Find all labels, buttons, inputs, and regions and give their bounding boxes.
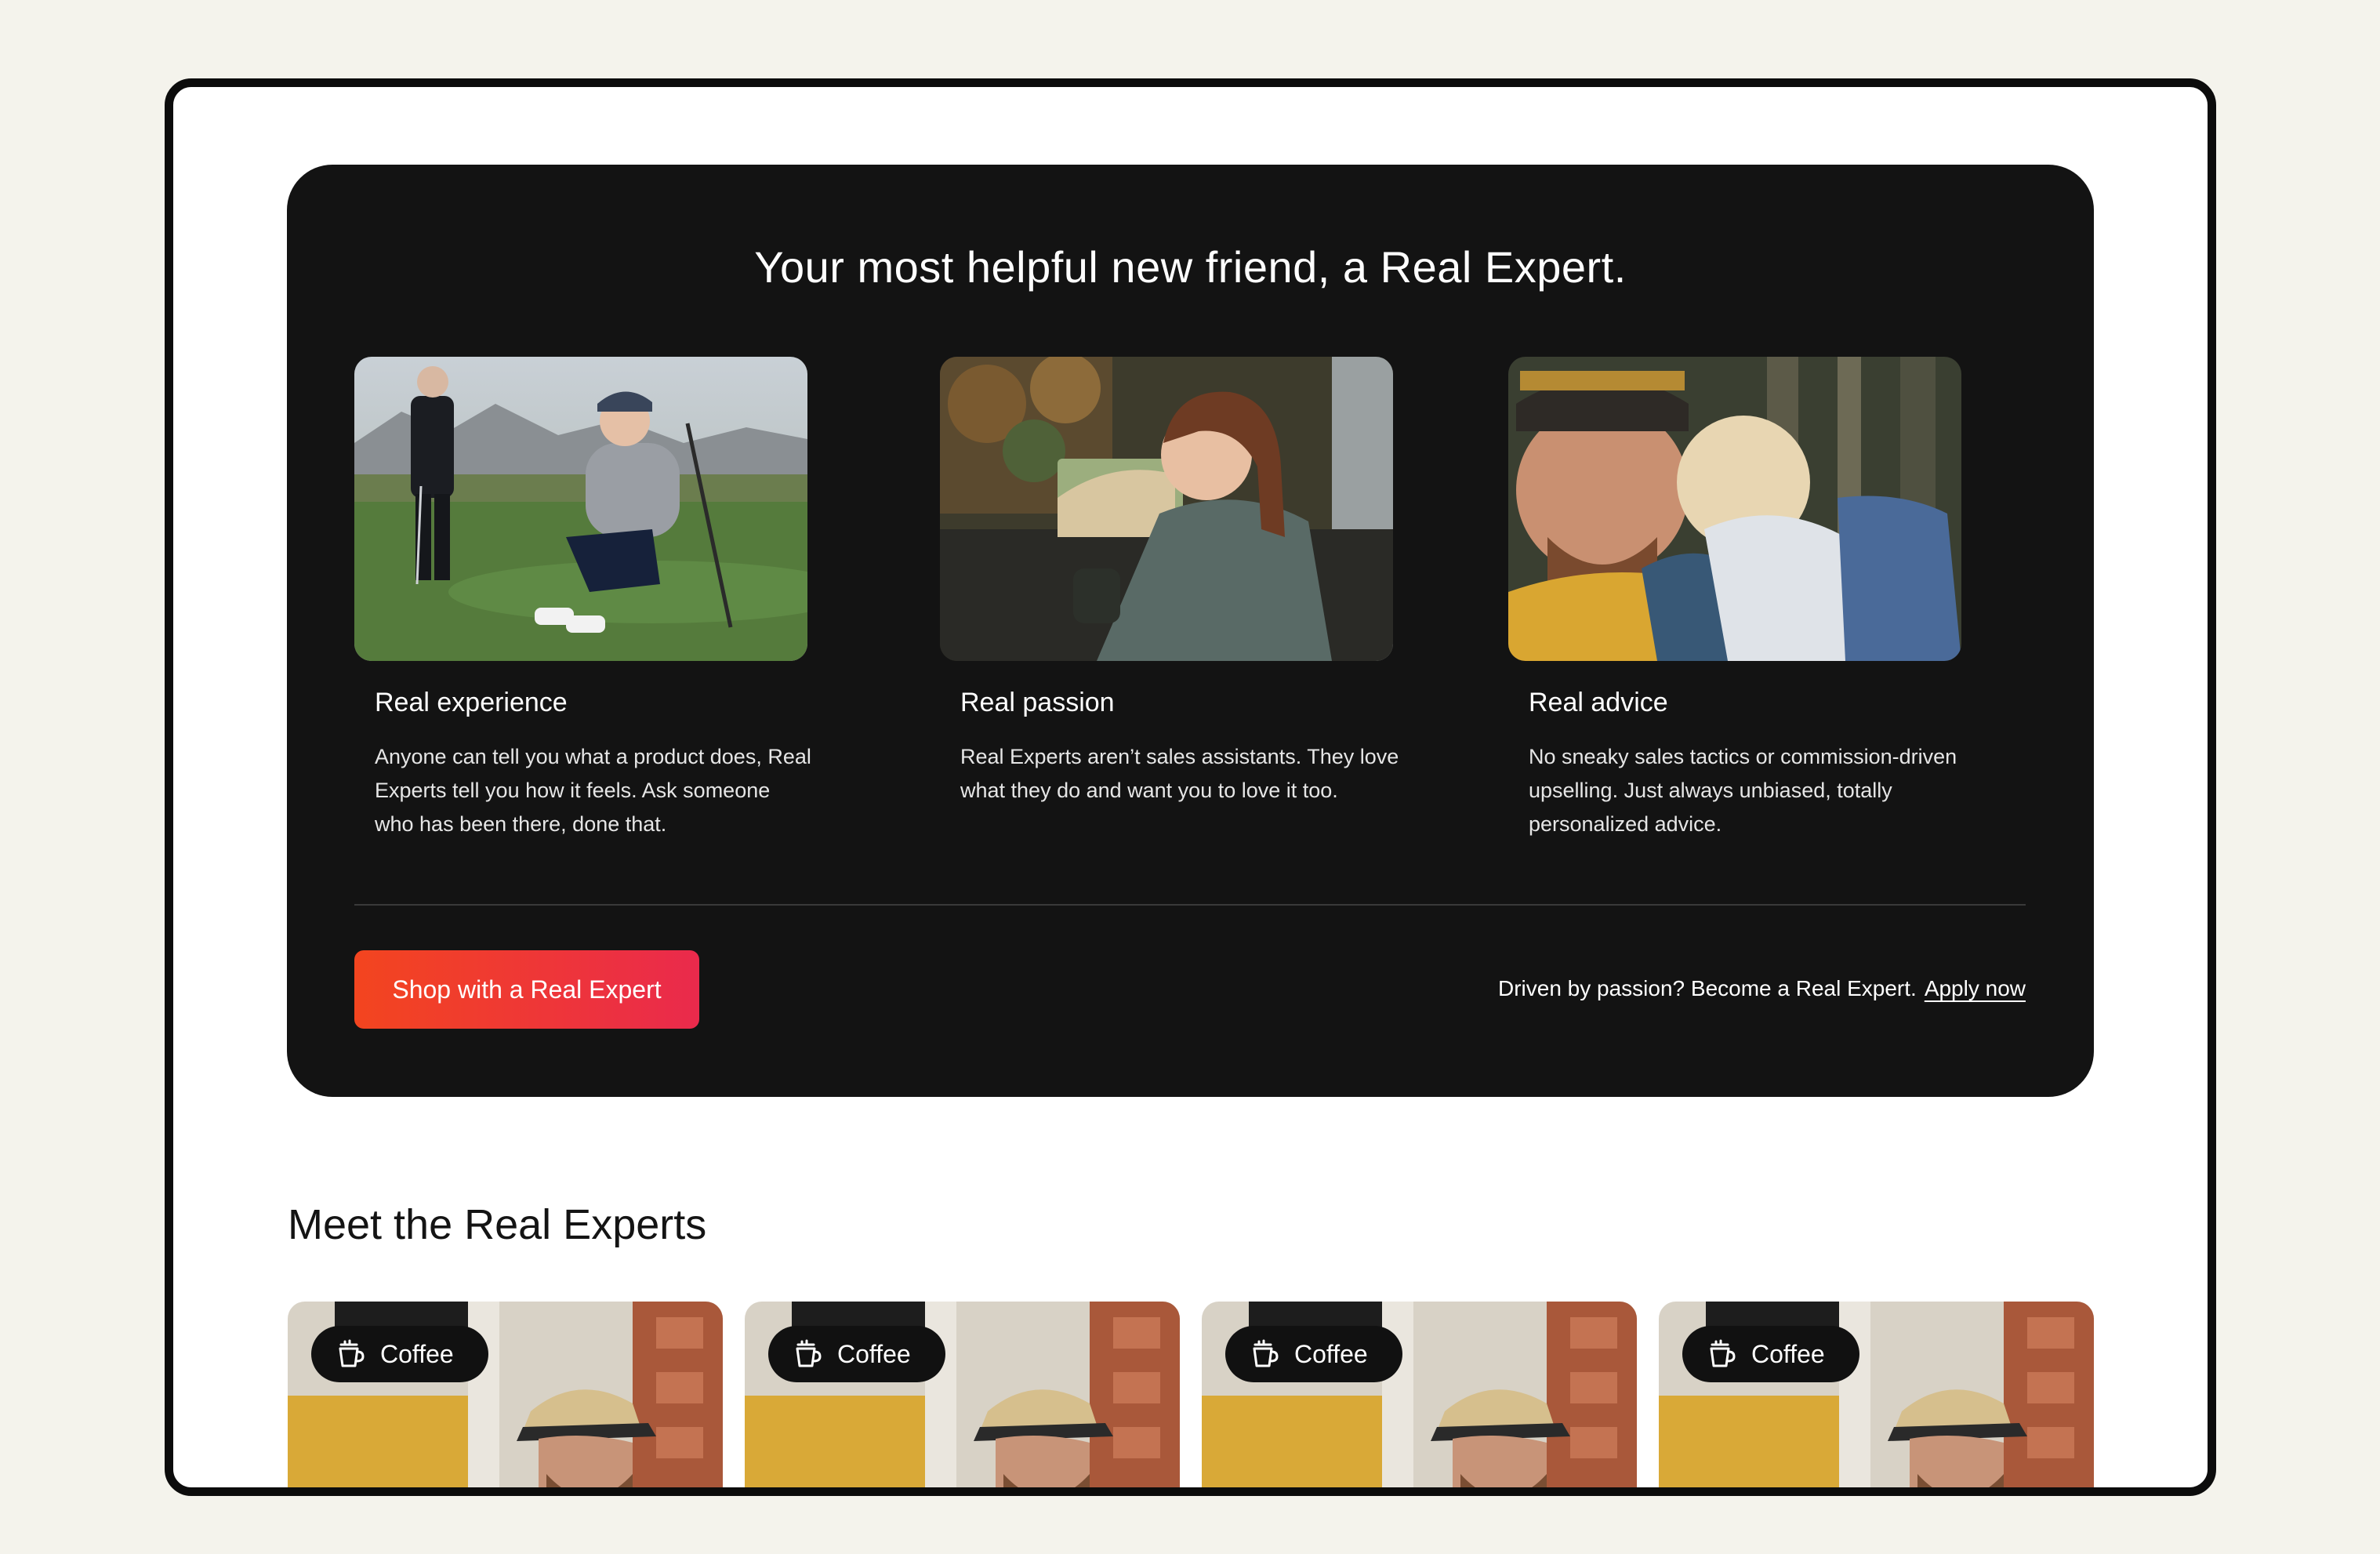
hero-divider: [354, 904, 2026, 906]
section-title: Meet the Real Experts: [288, 1201, 707, 1248]
coffee-mug-photo: [940, 357, 1393, 661]
hero-title: Your most helpful new friend, a Real Exp…: [754, 242, 1627, 292]
feature-card-title: Real experience: [375, 688, 568, 717]
feature-card-title: Real advice: [1529, 688, 1668, 717]
expert-card[interactable]: Coffee: [1202, 1302, 1637, 1487]
category-tag[interactable]: Coffee: [1225, 1326, 1402, 1382]
category-label: Coffee: [380, 1339, 454, 1368]
feature-card-description: Anyone can tell you what a product does,…: [375, 745, 811, 836]
feature-card-experience: Real experience Anyone can tell you what…: [354, 357, 811, 841]
feature-card-advice: Real advice No sneaky sales tactics or c…: [1508, 357, 1963, 841]
browser-frame: Your most helpful new friend, a Real Exp…: [165, 78, 2216, 1496]
category-label: Coffee: [1294, 1339, 1368, 1368]
expert-card[interactable]: Coffee: [1659, 1302, 2094, 1487]
expert-card[interactable]: Coffee: [745, 1302, 1180, 1487]
feature-card-description: No sneaky sales tactics or commission-dr…: [1529, 745, 1957, 836]
coffee-cup-icon: [339, 1339, 365, 1367]
real-expert-hero: Your most helpful new friend, a Real Exp…: [287, 165, 2094, 1097]
coffee-cup-icon: [1253, 1339, 1279, 1367]
expert-card[interactable]: Coffee: [288, 1302, 723, 1487]
golf-photo: [354, 357, 807, 661]
hiking-family-photo: [1508, 357, 1961, 661]
category-label: Coffee: [837, 1339, 911, 1368]
apply-now-link[interactable]: Apply now: [1925, 976, 2026, 1000]
apply-prompt-text: Driven by passion? Become a Real Expert.: [1497, 976, 1917, 1000]
coffee-cup-icon: [1710, 1339, 1736, 1367]
category-label: Coffee: [1751, 1339, 1825, 1368]
coffee-cup-icon: [796, 1339, 822, 1367]
category-tag[interactable]: Coffee: [768, 1326, 945, 1382]
feature-card-title: Real passion: [960, 688, 1115, 717]
feature-card-description: Real Experts aren’t sales assistants. Th…: [960, 745, 1399, 802]
category-tag[interactable]: Coffee: [1682, 1326, 1859, 1382]
category-tag[interactable]: Coffee: [311, 1326, 488, 1382]
feature-card-passion: Real passion Real Experts aren’t sales a…: [940, 357, 1399, 808]
apply-prompt: Driven by passion? Become a Real Expert.…: [1498, 976, 2026, 1001]
shop-with-expert-button[interactable]: Shop with a Real Expert: [354, 950, 699, 1029]
